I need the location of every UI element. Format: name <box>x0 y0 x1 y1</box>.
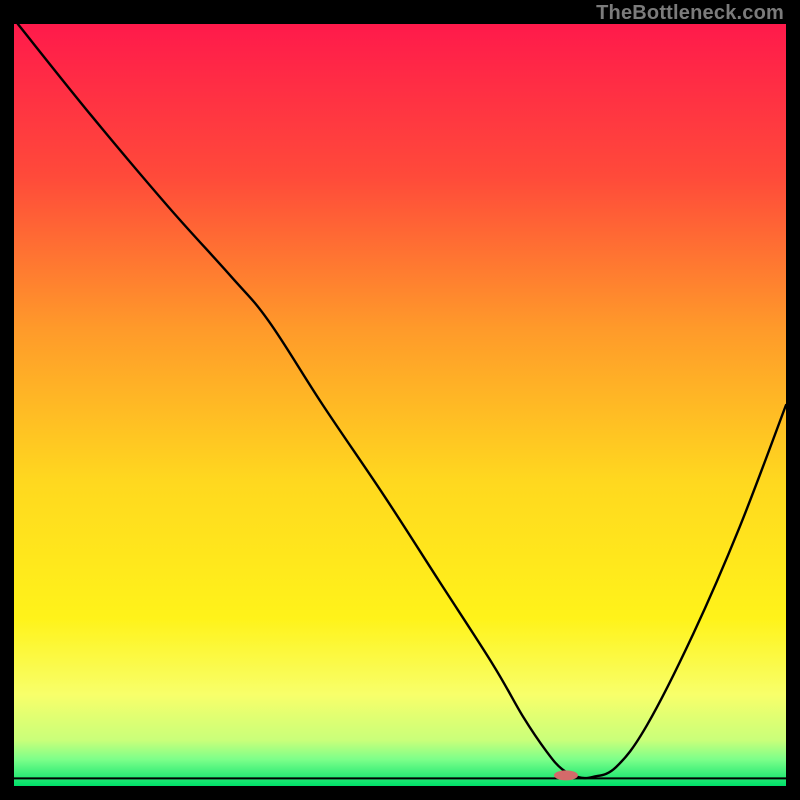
optimum-marker <box>554 770 578 780</box>
chart-frame <box>14 24 786 786</box>
gradient-background <box>14 24 786 786</box>
bottleneck-chart <box>14 24 786 786</box>
watermark-text: TheBottleneck.com <box>596 2 784 25</box>
